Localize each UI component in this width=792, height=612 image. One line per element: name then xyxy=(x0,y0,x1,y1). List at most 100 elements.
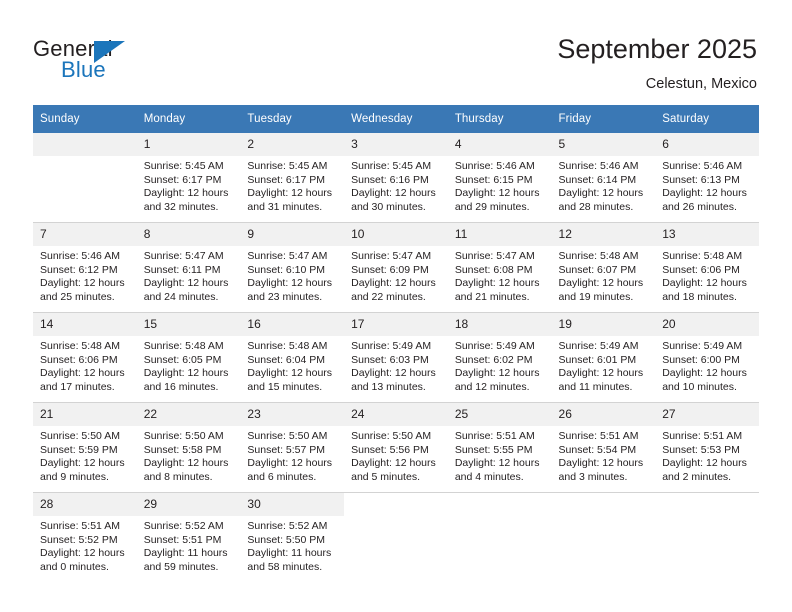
day-sun-info: Sunrise: 5:50 AM Sunset: 5:57 PM Daylight:… xyxy=(240,426,344,484)
calendar-day-cell[interactable]: 19 Sunrise: 5:49 AM Sunset: 6:01 PM Dayligh… xyxy=(551,312,656,403)
sun-info-daylight-line2: and 11 minutes. xyxy=(558,380,633,393)
calendar-day-cell[interactable]: 16 Sunrise: 5:48 AM Sunset: 6:04 PM Dayligh… xyxy=(240,312,345,403)
day-number xyxy=(552,493,656,516)
sun-info-daylight-line1: Daylight: 12 hours xyxy=(558,187,644,200)
sun-info-daylight-line2: and 18 minutes. xyxy=(662,290,737,303)
sun-info-daylight-line2: and 29 minutes. xyxy=(454,200,530,213)
day-sun-info: Sunrise: 5:48 AM Sunset: 6:05 PM Daylight:… xyxy=(137,336,241,394)
calendar-day-cell[interactable]: 10 Sunrise: 5:47 AM Sunset: 6:09 PM Dayligh… xyxy=(344,222,448,313)
sun-info-sunset: Sunset: 6:02 PM xyxy=(454,353,533,366)
sun-info-daylight-line1: Daylight: 12 hours xyxy=(351,187,436,200)
sun-info-sunrise: Sunrise: 5:49 AM xyxy=(558,340,639,352)
calendar-day-cell[interactable]: 14 Sunrise: 5:48 AM Sunset: 6:06 PM Dayligh… xyxy=(33,312,137,403)
calendar-day-cell[interactable]: 13 Sunrise: 5:48 AM Sunset: 6:06 PM Dayligh… xyxy=(655,222,759,313)
calendar-day-cell[interactable]: 20 Sunrise: 5:49 AM Sunset: 6:00 PM Dayligh… xyxy=(655,312,759,403)
calendar-day-cell[interactable]: 17 Sunrise: 5:49 AM Sunset: 6:03 PM Dayligh… xyxy=(344,312,448,403)
day-cell-content: 10 Sunrise: 5:47 AM Sunset: 6:09 PM Dayligh… xyxy=(344,223,448,312)
sun-info-sunset: Sunset: 6:06 PM xyxy=(40,353,118,366)
calendar-day-cell[interactable]: 7 Sunrise: 5:46 AM Sunset: 6:12 PM Daylight… xyxy=(33,222,137,313)
sun-info-sunrise: Sunrise: 5:50 AM xyxy=(351,430,432,442)
day-sun-info: Sunrise: 5:52 AM Sunset: 5:51 PM Daylight:… xyxy=(137,516,241,574)
day-number: 30 xyxy=(240,493,345,516)
sun-info-sunset: Sunset: 6:14 PM xyxy=(558,173,637,186)
day-cell-content: 1 Sunrise: 5:45 AM Sunset: 6:17 PM Daylight… xyxy=(136,133,241,222)
sun-info-sunset: Sunset: 5:56 PM xyxy=(351,443,429,456)
day-cell-empty xyxy=(552,493,656,582)
day-sun-info: Sunrise: 5:47 AM Sunset: 6:09 PM Daylight:… xyxy=(344,246,448,304)
sun-info-sunrise: Sunrise: 5:49 AM xyxy=(351,340,432,352)
calendar-day-cell[interactable]: 15 Sunrise: 5:48 AM Sunset: 6:05 PM Dayligh… xyxy=(136,312,241,403)
calendar-day-cell[interactable]: 11 Sunrise: 5:47 AM Sunset: 6:08 PM Dayligh… xyxy=(447,222,552,313)
day-cell-content: 3 Sunrise: 5:45 AM Sunset: 6:16 PM Daylight… xyxy=(344,133,448,222)
sun-info-sunset: Sunset: 6:06 PM xyxy=(662,263,740,276)
sun-info-daylight-line1: Daylight: 12 hours xyxy=(247,277,333,290)
day-number: 16 xyxy=(240,313,345,336)
general-blue-logo: General Blue xyxy=(33,36,183,88)
sun-info-sunrise: Sunrise: 5:49 AM xyxy=(454,340,535,352)
sun-info-sunset: Sunset: 6:04 PM xyxy=(247,353,326,366)
calendar-week-row: 1 Sunrise: 5:45 AM Sunset: 6:17 PM Daylight… xyxy=(33,133,759,223)
day-number: 28 xyxy=(33,493,137,516)
calendar-day-cell[interactable]: 12 Sunrise: 5:48 AM Sunset: 6:07 PM Dayligh… xyxy=(551,222,656,313)
sun-info-daylight-line2: and 4 minutes. xyxy=(454,470,524,483)
weekday-header-friday: Friday xyxy=(551,105,656,133)
calendar-day-cell[interactable]: 22 Sunrise: 5:50 AM Sunset: 5:58 PM Dayligh… xyxy=(136,402,241,493)
day-sun-info: Sunrise: 5:46 AM Sunset: 6:12 PM Daylight:… xyxy=(33,246,137,304)
calendar-day-cell[interactable]: 23 Sunrise: 5:50 AM Sunset: 5:57 PM Dayligh… xyxy=(240,402,345,493)
calendar-day-cell[interactable] xyxy=(551,492,656,582)
calendar-day-cell[interactable]: 3 Sunrise: 5:45 AM Sunset: 6:16 PM Daylight… xyxy=(344,133,448,223)
sun-info-daylight-line2: and 0 minutes. xyxy=(40,560,109,573)
calendar-day-cell[interactable]: 29 Sunrise: 5:52 AM Sunset: 5:51 PM Dayligh… xyxy=(136,492,241,582)
page-header: General Blue September 2025 Celestun, Me… xyxy=(0,0,792,104)
sun-info-sunset: Sunset: 6:17 PM xyxy=(143,173,222,186)
sun-info-sunrise: Sunrise: 5:46 AM xyxy=(662,160,743,172)
day-number: 9 xyxy=(240,223,345,246)
sun-info-sunrise: Sunrise: 5:50 AM xyxy=(40,430,120,442)
sun-info-sunset: Sunset: 6:00 PM xyxy=(662,353,740,366)
calendar-day-cell[interactable]: 25 Sunrise: 5:51 AM Sunset: 5:55 PM Dayligh… xyxy=(447,402,552,493)
day-sun-info: Sunrise: 5:52 AM Sunset: 5:50 PM Daylight:… xyxy=(240,516,344,574)
sun-info-daylight-line1: Daylight: 12 hours xyxy=(247,457,333,470)
calendar-day-cell[interactable]: 28 Sunrise: 5:51 AM Sunset: 5:52 PM Dayligh… xyxy=(33,492,137,582)
day-number: 19 xyxy=(551,313,656,336)
sun-info-sunset: Sunset: 6:08 PM xyxy=(454,263,533,276)
day-number: 23 xyxy=(240,403,345,426)
calendar-day-cell[interactable]: 1 Sunrise: 5:45 AM Sunset: 6:17 PM Daylight… xyxy=(136,133,241,223)
sun-info-daylight-line1: Daylight: 12 hours xyxy=(143,367,229,380)
calendar-day-cell[interactable]: 2 Sunrise: 5:45 AM Sunset: 6:17 PM Daylight… xyxy=(240,133,345,223)
day-number: 14 xyxy=(33,313,137,336)
calendar-day-cell[interactable]: 8 Sunrise: 5:47 AM Sunset: 6:11 PM Daylight… xyxy=(136,222,241,313)
day-sun-info: Sunrise: 5:49 AM Sunset: 6:02 PM Daylight:… xyxy=(448,336,552,394)
calendar-day-cell[interactable] xyxy=(344,492,448,582)
calendar-day-cell[interactable]: 30 Sunrise: 5:52 AM Sunset: 5:50 PM Dayligh… xyxy=(240,492,345,582)
calendar-day-cell[interactable]: 21 Sunrise: 5:50 AM Sunset: 5:59 PM Dayligh… xyxy=(33,402,137,493)
sun-info-sunset: Sunset: 6:07 PM xyxy=(558,263,637,276)
day-sun-info: Sunrise: 5:45 AM Sunset: 6:17 PM Daylight:… xyxy=(240,156,344,214)
day-cell-empty xyxy=(448,493,552,582)
sun-info-sunset: Sunset: 6:16 PM xyxy=(351,173,429,186)
sun-info-daylight-line1: Daylight: 12 hours xyxy=(454,367,540,380)
calendar-day-cell[interactable]: 26 Sunrise: 5:51 AM Sunset: 5:54 PM Dayligh… xyxy=(551,402,656,493)
sun-info-sunrise: Sunrise: 5:47 AM xyxy=(247,250,328,262)
calendar-day-cell[interactable]: 18 Sunrise: 5:49 AM Sunset: 6:02 PM Dayligh… xyxy=(447,312,552,403)
day-number: 18 xyxy=(447,313,552,336)
day-sun-info: Sunrise: 5:46 AM Sunset: 6:13 PM Daylight:… xyxy=(655,156,759,214)
sun-info-daylight-line2: and 16 minutes. xyxy=(143,380,219,393)
calendar-day-cell[interactable]: 4 Sunrise: 5:46 AM Sunset: 6:15 PM Daylight… xyxy=(447,133,552,223)
day-sun-info: Sunrise: 5:47 AM Sunset: 6:08 PM Daylight:… xyxy=(448,246,552,304)
calendar-day-cell[interactable] xyxy=(33,133,137,223)
calendar-day-cell[interactable]: 6 Sunrise: 5:46 AM Sunset: 6:13 PM Daylight… xyxy=(655,133,759,223)
calendar-day-cell[interactable]: 9 Sunrise: 5:47 AM Sunset: 6:10 PM Daylight… xyxy=(240,222,345,313)
day-number: 26 xyxy=(551,403,656,426)
sun-info-daylight-line2: and 30 minutes. xyxy=(351,200,426,213)
sun-info-daylight-line1: Daylight: 12 hours xyxy=(143,277,229,290)
calendar-day-cell[interactable]: 5 Sunrise: 5:46 AM Sunset: 6:14 PM Daylight… xyxy=(551,133,656,223)
sun-info-daylight-line2: and 5 minutes. xyxy=(351,470,420,483)
sun-info-sunrise: Sunrise: 5:47 AM xyxy=(351,250,432,262)
sun-info-daylight-line1: Daylight: 11 hours xyxy=(143,547,228,560)
calendar-day-cell[interactable] xyxy=(655,492,759,582)
calendar-day-cell[interactable]: 27 Sunrise: 5:51 AM Sunset: 5:53 PM Dayligh… xyxy=(655,402,759,493)
sun-info-sunset: Sunset: 5:50 PM xyxy=(247,533,326,546)
calendar-day-cell[interactable]: 24 Sunrise: 5:50 AM Sunset: 5:56 PM Dayligh… xyxy=(344,402,448,493)
calendar-day-cell[interactable] xyxy=(447,492,552,582)
